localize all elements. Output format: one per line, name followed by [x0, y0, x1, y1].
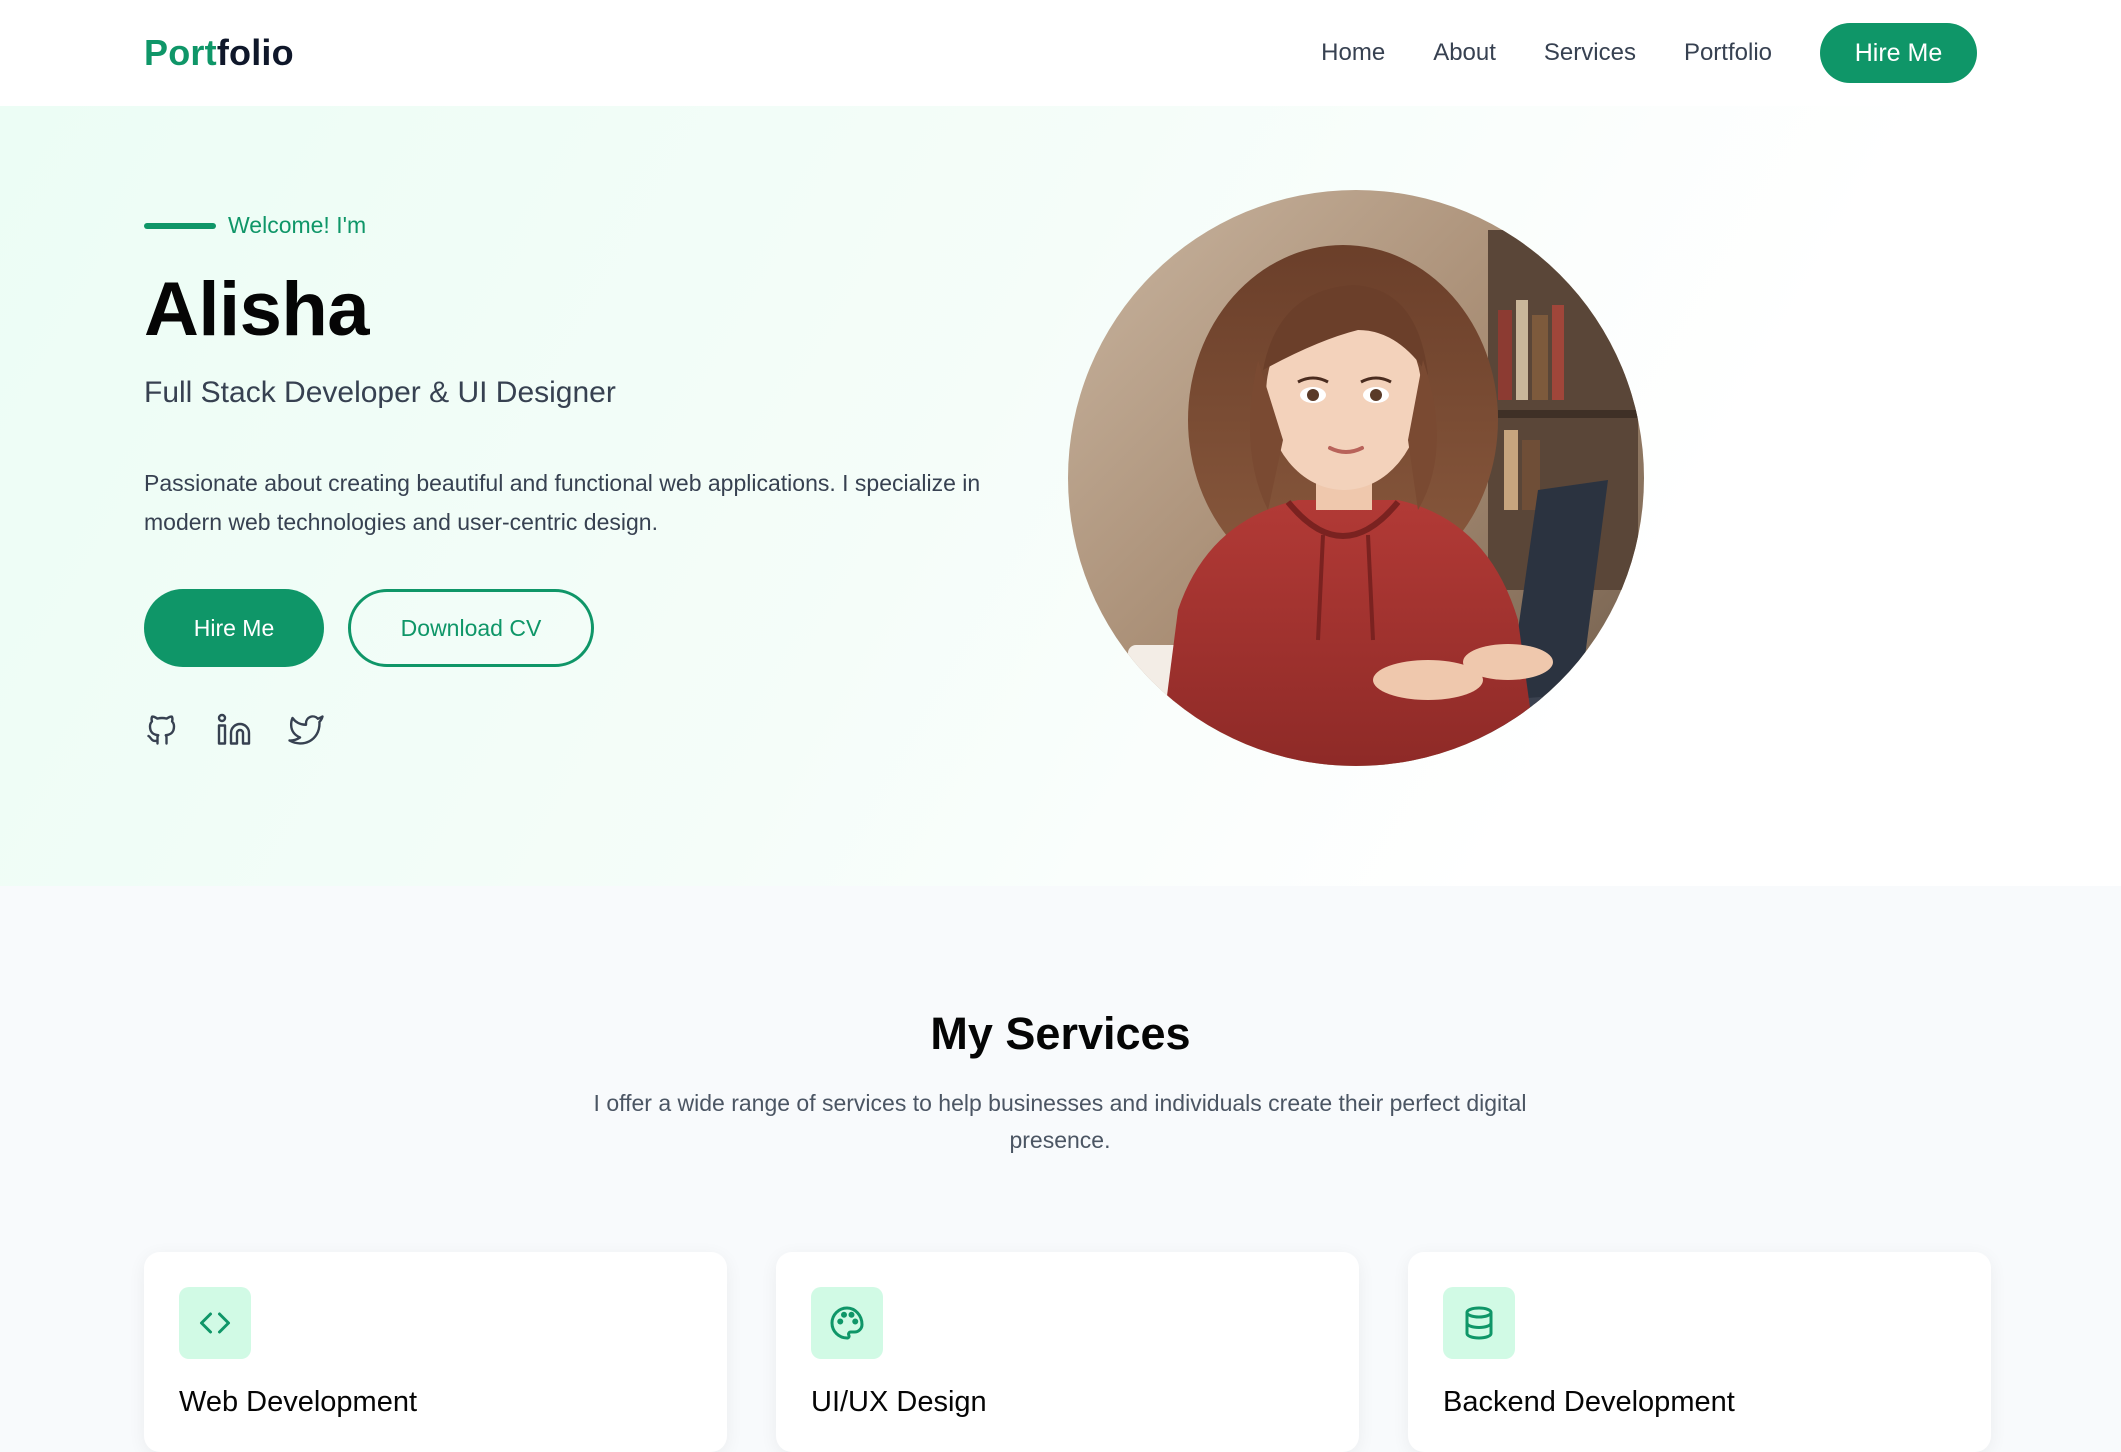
linkedin-icon[interactable]: [216, 712, 252, 748]
profile-illustration: [1068, 190, 1644, 766]
hero-name: Alisha: [144, 267, 370, 352]
hero-section: Welcome! I'm Alisha Full Stack Developer…: [0, 106, 2121, 886]
logo-accent-text: Port: [144, 32, 217, 73]
twitter-icon[interactable]: [288, 712, 324, 748]
nav-link-services[interactable]: Services: [1544, 39, 1636, 67]
nav-link-portfolio[interactable]: Portfolio: [1684, 39, 1772, 67]
github-icon[interactable]: [144, 712, 180, 748]
nav-link-about[interactable]: About: [1433, 39, 1496, 67]
hero-eyebrow: Welcome! I'm: [144, 212, 366, 239]
service-card-title: UI/UX Design: [811, 1386, 987, 1418]
palette-icon: [811, 1287, 883, 1359]
hero-hire-me-button[interactable]: Hire Me: [144, 589, 324, 667]
social-links: [144, 712, 360, 748]
logo-rest-text: folio: [216, 32, 294, 73]
service-card-title: Web Development: [179, 1386, 418, 1418]
nav-hire-me-button[interactable]: Hire Me: [1820, 23, 1977, 83]
hero-role: Full Stack Developer & UI Designer: [144, 376, 616, 409]
services-title: My Services: [930, 1008, 1191, 1059]
services-subtitle: I offer a wide range of services to help…: [593, 1090, 1527, 1153]
top-navbar: Portfolio Home About Services Portfolio …: [0, 0, 2121, 106]
hero-description: Passionate about creating beautiful and …: [144, 470, 981, 535]
portfolio-logo[interactable]: Portfolio: [144, 32, 294, 74]
nav-link-home[interactable]: Home: [1321, 39, 1385, 67]
profile-photo: [1068, 190, 1644, 766]
eyebrow-text: Welcome! I'm: [228, 212, 367, 238]
service-card-title: Backend Development: [1443, 1386, 1735, 1418]
download-cv-button[interactable]: Download CV: [348, 589, 594, 667]
code-icon: [179, 1287, 251, 1359]
service-card-ui-ux-design[interactable]: UI/UX Design: [776, 1252, 1359, 1452]
service-card-web-development[interactable]: Web Development: [144, 1252, 727, 1452]
eyebrow-accent-bar: [144, 222, 216, 229]
database-icon: [1443, 1287, 1515, 1359]
main-nav: Home About Services Portfolio Hire Me: [1273, 23, 1977, 83]
service-card-backend-development[interactable]: Backend Development: [1408, 1252, 1991, 1452]
